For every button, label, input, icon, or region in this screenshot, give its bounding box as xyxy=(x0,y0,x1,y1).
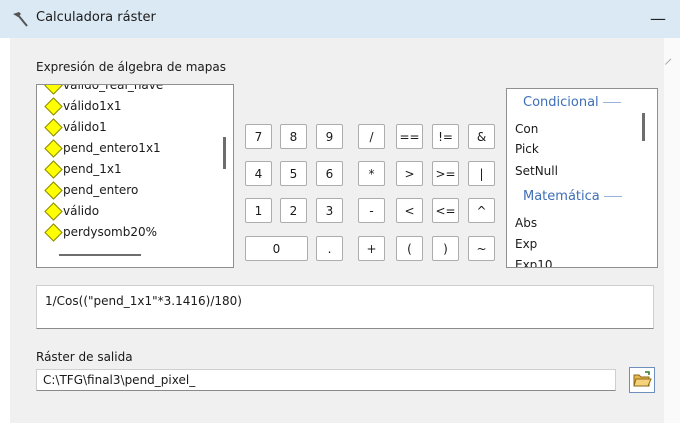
key-multiply[interactable]: * xyxy=(358,161,385,186)
expression-text: 1/Cos(("pend_1x1"*3.1416)/180) xyxy=(45,294,242,308)
diamond-raster-icon xyxy=(44,181,63,200)
list-item[interactable]: perdysomb20% xyxy=(37,222,217,243)
divider xyxy=(603,196,622,197)
key-not[interactable]: ~ xyxy=(468,236,495,261)
minimize-button[interactable]: — xyxy=(636,0,680,38)
key-3[interactable]: 3 xyxy=(316,198,343,223)
function-item[interactable]: Abs xyxy=(515,216,537,230)
function-item[interactable]: Pick xyxy=(515,142,539,156)
function-list-vscroll[interactable] xyxy=(642,113,645,141)
list-item[interactable]: válido1x1 xyxy=(37,96,217,117)
key-and[interactable]: & xyxy=(468,124,495,149)
key-greater-equal[interactable]: >= xyxy=(432,161,459,186)
key-equal[interactable]: == xyxy=(396,124,423,149)
key-plus[interactable]: + xyxy=(358,236,385,261)
diamond-raster-icon xyxy=(44,118,63,137)
divider xyxy=(602,102,621,103)
key-4[interactable]: 4 xyxy=(245,161,272,186)
key-not-equal[interactable]: != xyxy=(432,124,459,149)
list-item[interactable]: pend_entero xyxy=(37,180,217,201)
list-item[interactable]: válido xyxy=(37,201,217,222)
key-open-paren[interactable]: ( xyxy=(396,236,423,261)
key-close-paren[interactable]: ) xyxy=(432,236,459,261)
key-greater[interactable]: > xyxy=(396,161,423,186)
function-item[interactable]: Con xyxy=(515,122,538,136)
list-item[interactable]: pend_1x1 xyxy=(37,159,217,180)
raster-calculator-window: Calculadora ráster — Expresión de álgebr… xyxy=(0,0,680,423)
list-item[interactable]: válido1 xyxy=(37,117,217,138)
output-raster-label: Ráster de salida xyxy=(36,350,133,364)
folder-open-icon xyxy=(633,371,652,387)
diamond-raster-icon xyxy=(44,223,63,242)
diamond-raster-icon xyxy=(44,139,63,158)
key-less-equal[interactable]: <= xyxy=(432,198,459,223)
key-0[interactable]: 0 xyxy=(245,236,308,261)
key-minus[interactable]: - xyxy=(358,198,385,223)
diamond-raster-icon xyxy=(44,160,63,179)
browse-button[interactable] xyxy=(629,367,655,393)
diamond-raster-icon xyxy=(44,97,63,116)
diamond-raster-icon xyxy=(44,85,63,95)
function-item[interactable]: SetNull xyxy=(515,164,558,178)
key-2[interactable]: 2 xyxy=(280,198,307,223)
key-7[interactable]: 7 xyxy=(245,124,272,149)
diamond-raster-icon xyxy=(44,202,63,221)
list-item[interactable]: pend_entero1x1 xyxy=(37,138,217,159)
scroll-up-icon xyxy=(664,58,678,71)
key-1[interactable]: 1 xyxy=(245,198,272,223)
key-6[interactable]: 6 xyxy=(316,161,343,186)
expression-editor[interactable]: 1/Cos(("pend_1x1"*3.1416)/180) xyxy=(36,285,654,329)
layer-list-hscroll[interactable] xyxy=(59,254,141,256)
key-xor[interactable]: ^ xyxy=(468,198,495,223)
function-item[interactable]: Exp10 xyxy=(515,258,553,267)
key-less[interactable]: < xyxy=(396,198,423,223)
key-9[interactable]: 9 xyxy=(316,124,343,149)
layer-list[interactable]: válido_real_nave válido1x1 válido1 pend_… xyxy=(36,84,234,268)
window-title: Calculadora ráster xyxy=(36,10,156,25)
function-group-header: Condicional xyxy=(523,95,621,110)
list-item[interactable]: válido_real_nave xyxy=(37,85,217,96)
function-group-header: Matemática xyxy=(523,189,622,204)
key-5[interactable]: 5 xyxy=(280,161,307,186)
function-list[interactable]: Condicional Con Pick SetNull Matemática … xyxy=(506,88,658,268)
key-divide[interactable]: / xyxy=(358,124,385,149)
key-or[interactable]: | xyxy=(468,161,495,186)
output-raster-input[interactable] xyxy=(36,369,616,391)
expression-label: Expresión de álgebra de mapas xyxy=(36,60,227,74)
key-decimal[interactable]: . xyxy=(316,236,343,261)
title-bar: Calculadora ráster — xyxy=(0,0,680,38)
function-item[interactable]: Exp xyxy=(515,237,537,251)
hammer-icon xyxy=(13,12,28,27)
layer-list-vscroll[interactable] xyxy=(223,137,226,169)
window-scrollbar[interactable] xyxy=(664,38,680,423)
key-8[interactable]: 8 xyxy=(280,124,307,149)
